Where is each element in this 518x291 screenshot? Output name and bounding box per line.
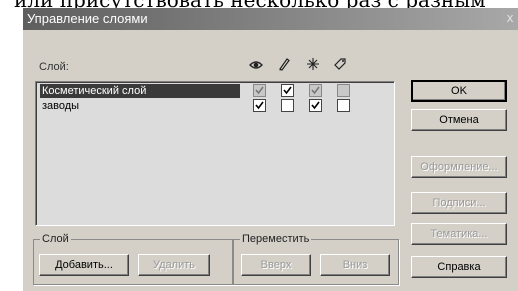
visible-checkbox[interactable] bbox=[253, 84, 266, 97]
cancel-button[interactable]: Отмена bbox=[411, 109, 507, 131]
editable-checkbox[interactable] bbox=[281, 84, 294, 97]
layer-control-dialog: Управление слоями x Слой: Косметический … bbox=[22, 8, 518, 291]
thematic-button[interactable]: Тематика... bbox=[411, 223, 507, 245]
visible-checkbox[interactable] bbox=[253, 99, 266, 112]
layer-row[interactable]: Косметический слой bbox=[38, 84, 392, 98]
layer-row[interactable]: заводы bbox=[38, 99, 392, 113]
layer-group-label: Слой bbox=[40, 232, 71, 246]
layer-name: заводы bbox=[42, 100, 80, 112]
selectable-checkbox[interactable] bbox=[309, 84, 322, 97]
title-bar[interactable]: Управление слоями x bbox=[23, 8, 518, 30]
pencil-icon bbox=[279, 58, 290, 71]
tag-icon bbox=[334, 58, 346, 70]
editable-checkbox[interactable] bbox=[281, 99, 294, 112]
labels-button[interactable]: Подписи... bbox=[411, 192, 507, 214]
ok-button[interactable]: OK bbox=[411, 80, 507, 102]
move-up-button[interactable]: Вверх bbox=[241, 254, 311, 276]
move-down-button[interactable]: Вниз bbox=[320, 254, 390, 276]
autolabel-checkbox[interactable] bbox=[337, 99, 350, 112]
autolabel-checkbox[interactable] bbox=[337, 84, 350, 97]
remove-layer-button[interactable]: Удалить bbox=[138, 254, 210, 276]
star-icon bbox=[307, 58, 319, 70]
move-group-label: Переместить bbox=[240, 232, 312, 246]
layer-name: Косметический слой bbox=[40, 84, 240, 98]
eye-icon bbox=[249, 61, 263, 69]
close-icon[interactable]: x bbox=[503, 11, 517, 25]
add-layer-button[interactable]: Добавить... bbox=[39, 254, 129, 276]
selectable-checkbox[interactable] bbox=[309, 99, 322, 112]
help-button[interactable]: Справка bbox=[411, 256, 507, 278]
layers-label: Слой: bbox=[39, 61, 69, 73]
dialog-title: Управление слоями bbox=[27, 11, 148, 26]
style-button[interactable]: Оформление... bbox=[411, 156, 507, 178]
layers-list[interactable]: Косметический слой заводы bbox=[35, 81, 395, 226]
